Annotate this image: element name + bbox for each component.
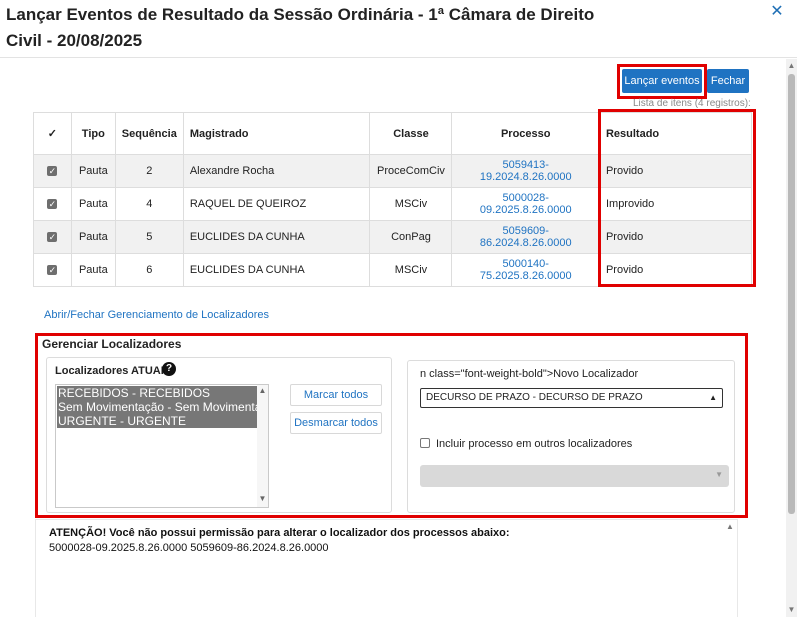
- header-magistrado: Magistrado: [182, 112, 371, 155]
- caret-up-icon: ▲: [709, 393, 717, 402]
- cell-tipo: Pauta: [70, 154, 116, 188]
- help-icon[interactable]: ?: [162, 362, 176, 376]
- header-check[interactable]: ✓: [33, 112, 72, 155]
- scroll-up-arrow-icon[interactable]: ▲: [258, 386, 267, 395]
- current-locators-panel: Localizadores ATUAIS ? RECEBIDOS - RECEB…: [46, 357, 392, 513]
- close-button[interactable]: Fechar: [707, 69, 749, 93]
- cell-tipo: Pauta: [70, 187, 116, 221]
- dialog-title-line2: Civil - 20/08/2025: [6, 31, 143, 50]
- list-count: Lista de itens (4 registros):: [633, 98, 751, 109]
- cell-magistrado: EUCLIDES DA CUNHA: [182, 253, 371, 287]
- scroll-down-arrow-icon[interactable]: ▼: [258, 494, 267, 503]
- header-sequencia: Sequência: [114, 112, 184, 155]
- include-other-checkbox[interactable]: [420, 438, 430, 448]
- list-item[interactable]: RECEBIDOS - RECEBIDOS: [57, 386, 257, 400]
- cell-sequencia: 5: [114, 220, 184, 254]
- dialog-header: Lançar Eventos de Resultado da Sessão Or…: [0, 0, 797, 58]
- mark-all-button[interactable]: Marcar todos: [290, 384, 382, 406]
- current-locators-label: Localizadores ATUAIS: [55, 365, 172, 377]
- toggle-locators-link[interactable]: Abrir/Fechar Gerenciamento de Localizado…: [44, 309, 269, 321]
- listbox-scrollbar[interactable]: ▲ ▼: [257, 385, 268, 507]
- table-row: ✓ Pauta 6 EUCLIDES DA CUNHA MSCiv 500014…: [33, 253, 753, 287]
- cell-sequencia: 6: [114, 253, 184, 287]
- header-resultado: Resultado: [598, 112, 753, 155]
- warning-process-list: 5000028-09.2025.8.26.0000 5059609-86.202…: [49, 542, 329, 554]
- process-link[interactable]: 5059413-19.2024.8.26.0000: [480, 159, 572, 183]
- header-tipo: Tipo: [70, 112, 116, 155]
- cell-classe: ProceComCiv: [369, 154, 453, 188]
- cell-tipo: Pauta: [70, 220, 116, 254]
- table-header-row: ✓ Tipo Sequência Magistrado Classe Proce…: [33, 112, 753, 155]
- results-table: ✓ Tipo Sequência Magistrado Classe Proce…: [33, 112, 753, 287]
- header-processo: Processo: [451, 112, 600, 155]
- cell-magistrado: RAQUEL DE QUEIROZ: [182, 187, 371, 221]
- permission-warning: ATENÇÃO! Você não possui permissão para …: [35, 519, 738, 617]
- process-link[interactable]: 5000028-09.2025.8.26.0000: [480, 192, 572, 216]
- cell-classe: ConPag: [369, 220, 453, 254]
- scroll-thumb[interactable]: [788, 74, 795, 514]
- include-other-label: Incluir processo em outros localizadores: [436, 438, 633, 450]
- close-icon[interactable]: ✕: [768, 3, 786, 21]
- cell-tipo: Pauta: [70, 253, 116, 287]
- row-checkbox[interactable]: ✓: [47, 166, 58, 176]
- scroll-up-arrow-icon[interactable]: ▲: [726, 522, 734, 531]
- other-locators-select: ▼: [420, 465, 729, 487]
- cell-resultado: Provido: [598, 253, 753, 287]
- current-locators-listbox[interactable]: RECEBIDOS - RECEBIDOS Sem Movimentação -…: [55, 384, 269, 508]
- warning-title: ATENÇÃO! Você não possui permissão para …: [49, 527, 510, 539]
- cell-sequencia: 4: [114, 187, 184, 221]
- new-locator-select[interactable]: DECURSO DE PRAZO - DECURSO DE PRAZO ▲: [420, 388, 723, 408]
- chevron-down-icon: ▼: [715, 470, 723, 479]
- cell-resultado: Provido: [598, 220, 753, 254]
- new-locator-label: n class="font-weight-bold">Novo Localiza…: [420, 368, 639, 380]
- cell-classe: MSCiv: [369, 187, 453, 221]
- table-row: ✓ Pauta 2 Alexandre Rocha ProceComCiv 50…: [33, 154, 753, 188]
- launch-events-button[interactable]: Lançar eventos: [622, 69, 702, 93]
- header-classe: Classe: [369, 112, 453, 155]
- cell-sequencia: 2: [114, 154, 184, 188]
- table-row: ✓ Pauta 4 RAQUEL DE QUEIROZ MSCiv 500002…: [33, 187, 753, 221]
- cell-resultado: Provido: [598, 154, 753, 188]
- process-link[interactable]: 5000140-75.2025.8.26.0000: [480, 258, 572, 282]
- locators-section-title: Gerenciar Localizadores: [42, 337, 182, 351]
- new-locator-selected-value: DECURSO DE PRAZO - DECURSO DE PRAZO: [426, 392, 643, 403]
- scroll-down-arrow-icon[interactable]: ▼: [787, 605, 796, 615]
- dialog-title-line1: Lançar Eventos de Resultado da Sessão Or…: [6, 5, 595, 24]
- unmark-all-button[interactable]: Desmarcar todos: [290, 412, 382, 434]
- scroll-up-arrow-icon[interactable]: ▲: [787, 61, 796, 71]
- process-link[interactable]: 5059609-86.2024.8.26.0000: [480, 225, 572, 249]
- row-checkbox[interactable]: ✓: [47, 199, 58, 209]
- table-row: ✓ Pauta 5 EUCLIDES DA CUNHA ConPag 50596…: [33, 220, 753, 254]
- list-item[interactable]: Sem Movimentação - Sem Movimentação: [57, 400, 257, 414]
- cell-magistrado: Alexandre Rocha: [182, 154, 371, 188]
- row-checkbox[interactable]: ✓: [47, 232, 58, 242]
- cell-magistrado: EUCLIDES DA CUNHA: [182, 220, 371, 254]
- cell-resultado: Improvido: [598, 187, 753, 221]
- cell-classe: MSCiv: [369, 253, 453, 287]
- new-locator-panel: n class="font-weight-bold">Novo Localiza…: [407, 360, 735, 513]
- row-checkbox[interactable]: ✓: [47, 265, 58, 275]
- dialog-scrollbar[interactable]: ▲ ▼: [786, 59, 797, 617]
- include-other-row[interactable]: Incluir processo em outros localizadores: [420, 438, 632, 450]
- dialog-title: Lançar Eventos de Resultado da Sessão Or…: [6, 2, 606, 54]
- list-item[interactable]: URGENTE - URGENTE: [57, 414, 257, 428]
